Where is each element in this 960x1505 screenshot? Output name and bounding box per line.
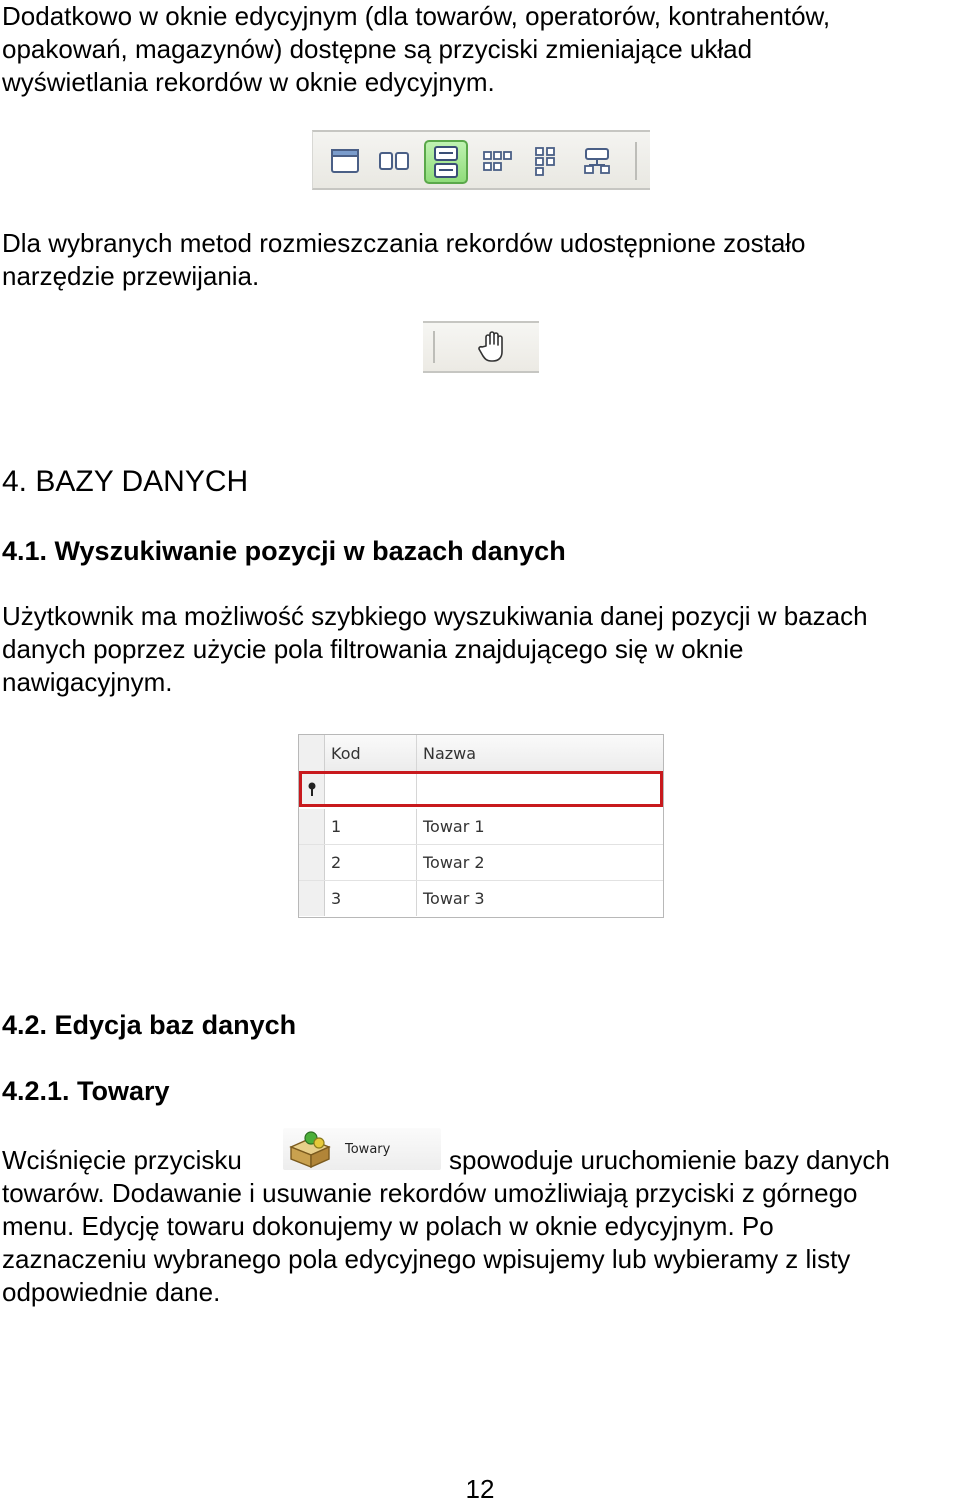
card-grid-layout-button[interactable]: [477, 141, 517, 181]
goods-box-icon: [289, 1131, 331, 1169]
towary-paragraph-line-3: menu. Edycję towaru dokonujemy w polach …: [2, 1211, 774, 1241]
cell-nazwa: Towar 3: [423, 889, 485, 908]
section-heading-towary: 4.2.1. Towary: [2, 1076, 170, 1106]
towary-paragraph-line-4: zaznaczeniu wybranego pola edycyjnego wp…: [2, 1244, 851, 1274]
column-header-nazwa[interactable]: Nazwa: [417, 735, 663, 771]
table-row[interactable]: 2 Towar 2: [299, 845, 663, 881]
towary-paragraph-line-1-start: Wciśnięcie przycisku: [2, 1145, 242, 1175]
intro-line-3: wyświetlania rekordów w oknie edycyjnym.: [2, 67, 495, 97]
cell-kod: 3: [325, 881, 417, 916]
intro-line-1: Dodatkowo w oknie edycyjnym (dla towarów…: [2, 1, 831, 31]
hand-icon: [478, 331, 503, 362]
grid-header-row: Kod Nazwa: [299, 735, 663, 772]
two-rows-layout-button[interactable]: [424, 140, 468, 184]
tree-layout-icon: [584, 148, 610, 174]
two-rows-icon: [434, 146, 458, 178]
search-paragraph-line-1: Użytkownik ma możliwość szybkiego wyszuk…: [2, 601, 868, 631]
section-heading-edycja: 4.2. Edycja baz danych: [2, 1010, 297, 1040]
two-columns-icon: [379, 152, 409, 170]
hand-scroll-button[interactable]: [473, 328, 513, 366]
towary-paragraph-line-1-end: spowoduje uruchomienie bazy danych: [449, 1145, 890, 1175]
scroll-toolbar: [423, 321, 539, 373]
table-row[interactable]: 1 Towar 1: [299, 809, 663, 845]
section-heading-bazy-danych: 4. BAZY DANYCH: [2, 465, 249, 498]
cell-nazwa: Towar 2: [423, 853, 485, 872]
vertical-cards-layout-button[interactable]: [526, 141, 566, 181]
towary-button[interactable]: Towary: [283, 1128, 441, 1170]
single-record-icon: [331, 149, 359, 173]
page-number: 12: [465, 1474, 495, 1504]
column-header-kod[interactable]: Kod: [325, 735, 417, 771]
tree-layout-button[interactable]: [577, 141, 617, 181]
toolbar-separator: [433, 331, 435, 363]
search-paragraph-line-3: nawigacyjnym.: [2, 667, 173, 697]
cell-kod: 1: [325, 809, 417, 844]
vertical-cards-icon: [535, 147, 555, 176]
filter-row-highlight: [299, 771, 663, 807]
row-indicator: [299, 881, 325, 916]
layout-toolbar: [312, 130, 650, 190]
scroll-note-line-1: Dla wybranych metod rozmieszczania rekor…: [2, 228, 806, 258]
towary-button-label: Towary: [345, 1142, 391, 1157]
towary-paragraph-line-5: odpowiednie dane.: [2, 1277, 221, 1307]
cell-kod: 2: [325, 845, 417, 880]
two-columns-layout-button[interactable]: [374, 141, 414, 181]
intro-line-2: opakowań, magazynów) dostępne są przycis…: [2, 34, 753, 64]
row-indicator: [299, 809, 325, 844]
towary-paragraph-line-2: towarów. Dodawanie i usuwanie rekordów u…: [2, 1178, 858, 1208]
cell-nazwa: Towar 1: [423, 817, 485, 836]
table-row[interactable]: 3 Towar 3: [299, 881, 663, 916]
navigation-grid: Kod Nazwa 1 Towar 1 2 Towar 2 3 Towar 3: [298, 734, 664, 918]
scroll-note-line-2: narzędzie przewijania.: [2, 261, 260, 291]
toolbar-separator: [635, 142, 637, 180]
search-paragraph-line-2: danych poprzez użycie pola filtrowania z…: [2, 634, 744, 664]
row-indicator: [299, 735, 325, 771]
card-grid-icon: [483, 151, 512, 171]
row-indicator: [299, 845, 325, 880]
single-record-layout-button[interactable]: [325, 141, 365, 181]
section-heading-wyszukiwanie: 4.1. Wyszukiwanie pozycji w bazach danyc…: [2, 536, 566, 566]
